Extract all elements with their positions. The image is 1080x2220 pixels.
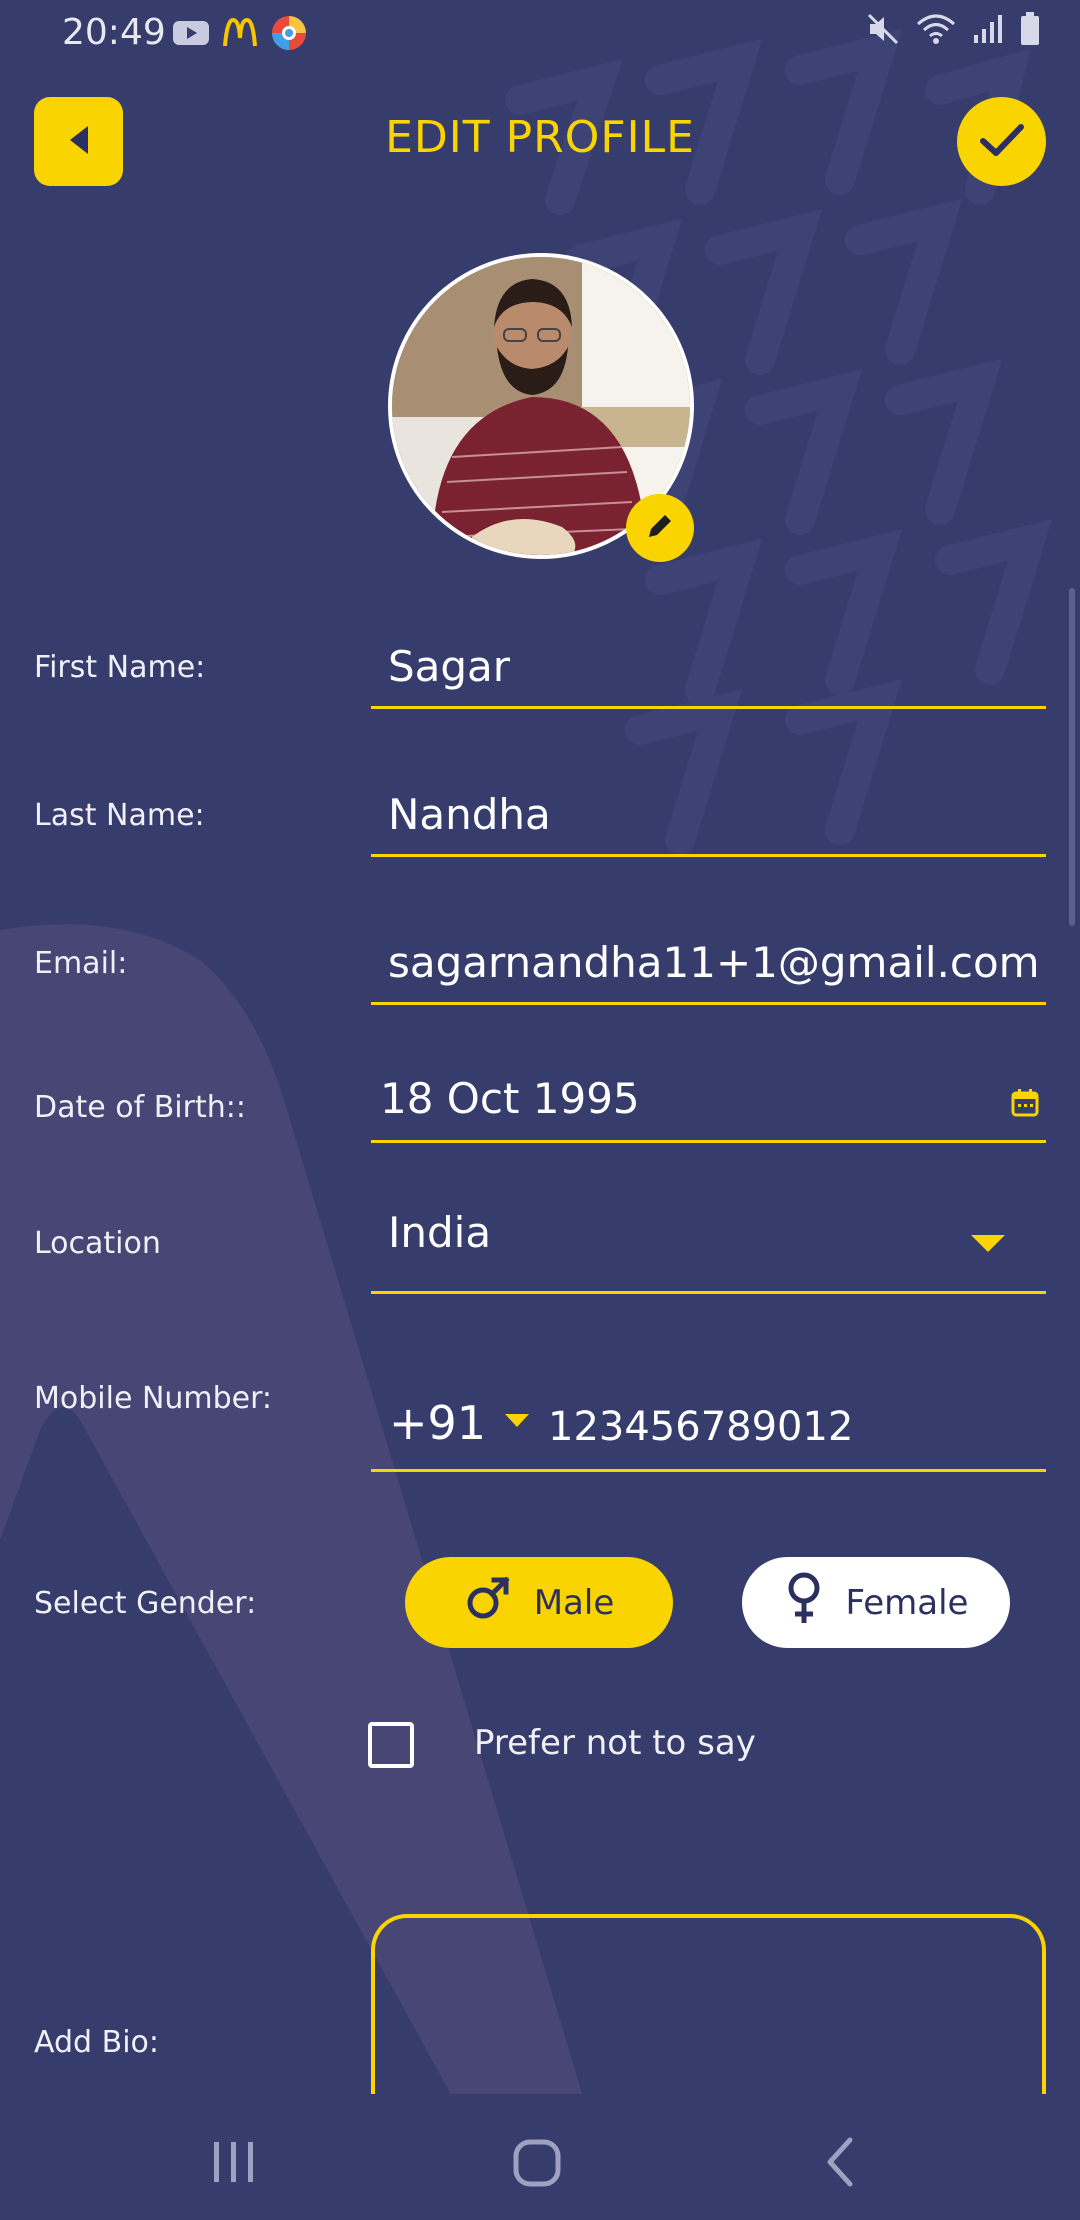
email-label: Email:: [34, 946, 128, 981]
back-icon[interactable]: [822, 2136, 856, 2192]
location-label: Location: [34, 1226, 161, 1261]
last-name-field[interactable]: Nandha: [371, 780, 1046, 857]
battery-icon: [1020, 12, 1040, 50]
country-code-arrow-icon: [504, 1413, 530, 1433]
last-name-label: Last Name:: [34, 798, 205, 833]
mobile-field[interactable]: +91 123456789012: [371, 1378, 1046, 1472]
location-dropdown[interactable]: India: [371, 1190, 1046, 1294]
dob-field[interactable]: 18 Oct 1995: [371, 1070, 1046, 1143]
last-name-value: Nandha: [388, 790, 551, 839]
dob-value: 18 Oct 1995: [380, 1074, 640, 1123]
calendar-icon[interactable]: [1010, 1088, 1040, 1122]
status-bar: 20:49: [0, 0, 1080, 64]
signal-icon: [972, 13, 1004, 49]
check-icon: [979, 120, 1025, 164]
first-name-field[interactable]: Sagar: [371, 632, 1046, 709]
dob-label: Date of Birth::: [34, 1090, 246, 1125]
email-field[interactable]: sagarnandha11+1@gmail.com: [371, 928, 1046, 1005]
location-value: India: [388, 1208, 492, 1257]
gender-male-label: Male: [533, 1582, 615, 1623]
pencil-icon: [645, 511, 675, 545]
wifi-icon: [916, 12, 956, 50]
female-icon: [784, 1571, 824, 1634]
bio-label: Add Bio:: [34, 2025, 159, 2060]
recent-apps-icon[interactable]: [210, 2140, 258, 2188]
page-title: EDIT PROFILE: [385, 112, 695, 163]
email-value: sagarnandha11+1@gmail.com: [388, 938, 1040, 987]
mobile-label: Mobile Number:: [34, 1381, 273, 1416]
youtube-icon: [172, 19, 210, 51]
gender-female-button[interactable]: Female: [742, 1557, 1010, 1648]
country-code-value: +91: [389, 1396, 487, 1450]
gender-male-button[interactable]: Male: [405, 1557, 673, 1648]
scrollbar[interactable]: [1069, 588, 1075, 926]
home-icon[interactable]: [512, 2138, 562, 2192]
browser-icon: [270, 14, 308, 56]
male-icon: [464, 1574, 512, 1631]
gender-label: Select Gender:: [34, 1586, 257, 1621]
prefer-not-label[interactable]: Prefer not to say: [474, 1723, 756, 1763]
navigation-bar: [0, 2094, 1080, 2220]
save-button[interactable]: [957, 97, 1046, 186]
dropdown-arrow-icon: [970, 1234, 1006, 1258]
country-code-selector[interactable]: +91: [389, 1396, 530, 1450]
first-name-label: First Name:: [34, 650, 206, 685]
prefer-not-checkbox[interactable]: [368, 1722, 414, 1768]
first-name-value: Sagar: [388, 642, 511, 691]
status-time: 20:49: [62, 12, 166, 53]
gender-female-label: Female: [845, 1582, 969, 1623]
mcdonalds-icon: [222, 17, 258, 52]
mute-icon: [866, 12, 900, 50]
mobile-value: 123456789012: [548, 1404, 854, 1450]
edit-photo-button[interactable]: [626, 494, 694, 562]
